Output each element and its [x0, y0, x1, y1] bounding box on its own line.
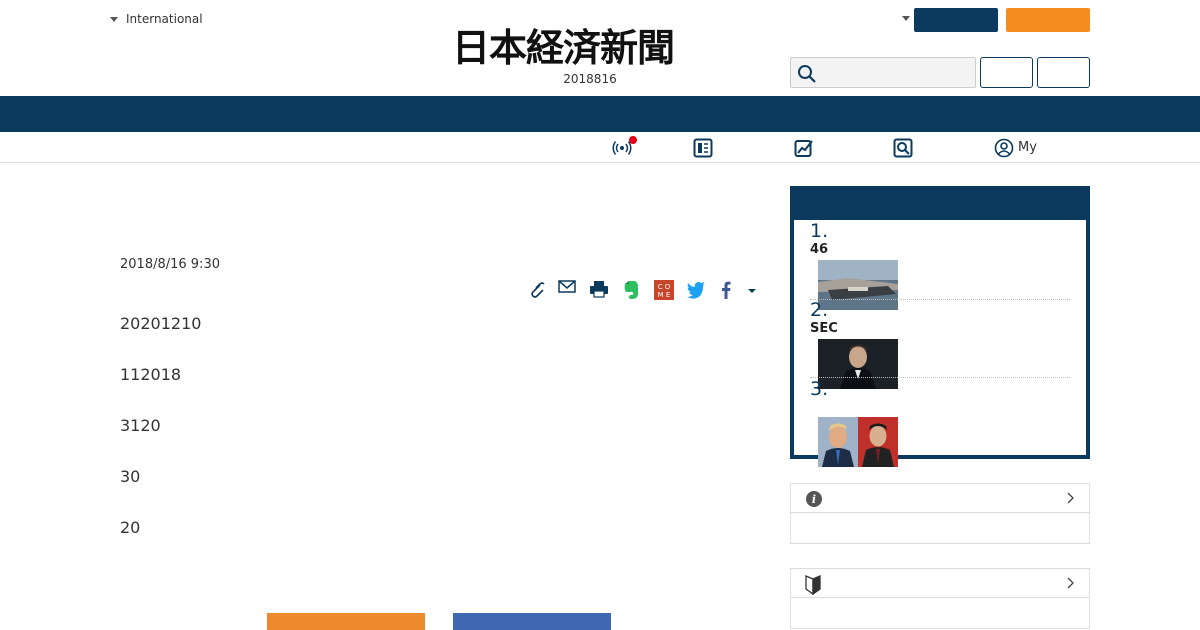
search-input[interactable]	[819, 60, 969, 85]
rank-thumbnail[interactable]	[818, 417, 898, 467]
info-icon: i	[806, 491, 822, 507]
paper-icon[interactable]	[693, 138, 713, 158]
site-logo[interactable]: 日本経済新聞	[452, 28, 748, 68]
notification-dot	[629, 136, 637, 144]
article-paragraph: 20	[120, 518, 141, 537]
orange-action-button[interactable]	[267, 613, 425, 630]
twitter-icon[interactable]	[685, 279, 707, 301]
svg-text:i: i	[812, 493, 816, 506]
beginner-mark-icon	[805, 575, 821, 595]
chart-icon[interactable]	[794, 138, 814, 158]
caret-down-icon[interactable]	[902, 16, 910, 21]
my-page-link[interactable]: My	[1018, 140, 1037, 155]
site-header: International 日本経済新聞 2018816	[0, 0, 1200, 96]
info-panel-header[interactable]: i	[791, 484, 1089, 513]
mail-icon[interactable]	[556, 279, 578, 301]
chevron-right-icon	[1067, 577, 1074, 589]
header-outline-button-1[interactable]	[980, 57, 1033, 88]
rank-divider	[810, 377, 1070, 378]
article-paragraph: 20201210	[120, 314, 202, 333]
caret-down-icon	[110, 16, 118, 22]
issue-date: 2018816	[563, 72, 617, 86]
search-box[interactable]	[790, 57, 976, 88]
clip-icon[interactable]	[526, 279, 548, 301]
rank-thumbnail[interactable]	[818, 260, 898, 310]
search-icon[interactable]	[797, 64, 817, 84]
caret-down-icon[interactable]	[741, 279, 763, 301]
rank-number: 2.	[810, 299, 829, 321]
beginner-panel[interactable]	[790, 568, 1090, 629]
chevron-right-icon	[1067, 492, 1074, 504]
rank-divider	[810, 299, 1070, 300]
article-date: 2018/8/16 9:30	[120, 257, 220, 272]
article-paragraph: 3120	[120, 416, 161, 435]
edition-selector[interactable]: International	[110, 12, 203, 26]
user-icon[interactable]	[994, 138, 1014, 158]
evernote-icon[interactable]	[620, 279, 642, 301]
print-icon[interactable]	[588, 279, 610, 301]
rank-title[interactable]: SEC	[810, 321, 838, 336]
rank-thumbnail[interactable]	[818, 339, 898, 389]
header-outline-button-2[interactable]	[1037, 57, 1090, 88]
rank-number: 3.	[810, 378, 829, 400]
beginner-panel-header[interactable]	[791, 569, 1089, 598]
info-panel[interactable]: i	[790, 483, 1090, 544]
main-nav-bar	[0, 96, 1200, 132]
search-icon[interactable]	[893, 138, 913, 158]
login-button[interactable]	[914, 8, 998, 32]
subscribe-button[interactable]	[1006, 8, 1090, 32]
rank-title[interactable]: 46	[810, 242, 828, 257]
svg-text:M E: M E	[658, 291, 671, 299]
svg-text:C O: C O	[658, 283, 671, 291]
article-paragraph: 112018	[120, 365, 182, 384]
article-paragraph: 30	[120, 467, 141, 486]
edition-label: International	[126, 12, 203, 26]
rank-number: 1.	[810, 220, 829, 242]
comment-icon[interactable]: C O M E	[653, 279, 675, 301]
facebook-icon[interactable]	[715, 279, 737, 301]
blue-action-button[interactable]	[453, 613, 611, 630]
